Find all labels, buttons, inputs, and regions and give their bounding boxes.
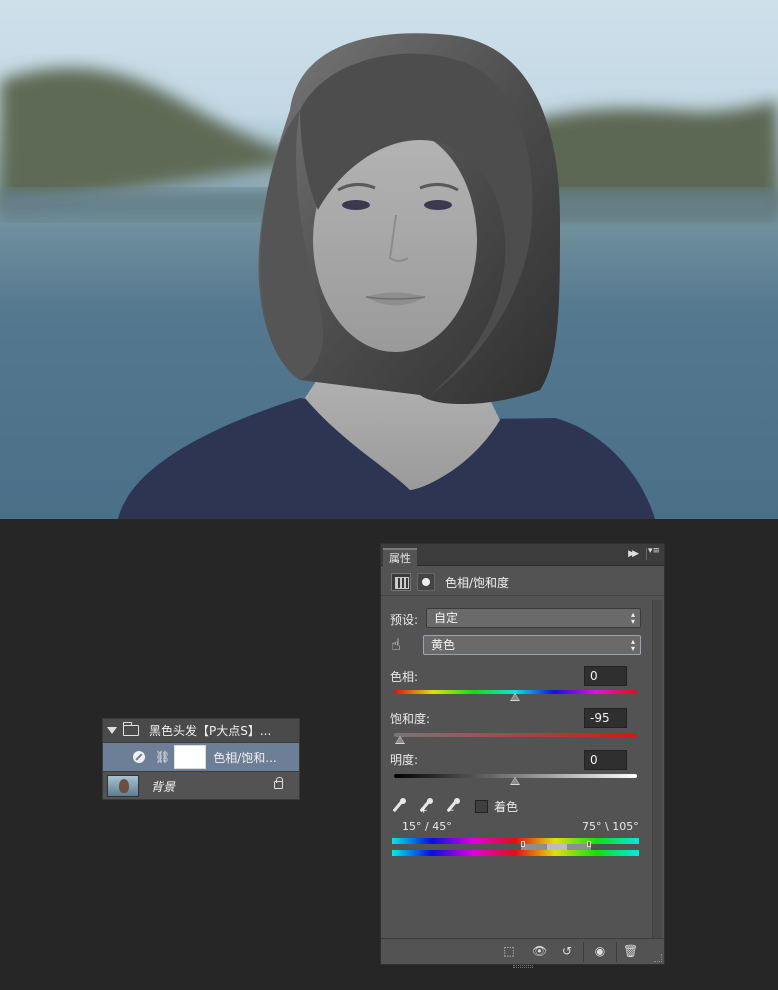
saturation-slider-thumb[interactable] — [395, 736, 405, 744]
preset-label: 预设: — [390, 613, 419, 627]
channel-value: 黄色 — [431, 638, 456, 652]
properties-footer: ⬚ 👁 ↺ ◉ 🗑 — [381, 938, 664, 964]
collapse-arrows-icon[interactable]: ▶▶ — [628, 549, 639, 559]
properties-panel: 属性 ▶▶ 色相/饱和度 预设: 自定 ▴▾ ☝ 黄色 ▴▾ 色相: 0 饱和度… — [380, 543, 665, 968]
trash-icon[interactable]: 🗑 — [623, 945, 638, 958]
saturation-row: 饱和度: -95 — [381, 707, 651, 747]
footer-divider — [616, 942, 617, 962]
view-previous-state-icon[interactable]: 👁 — [532, 945, 547, 958]
eyedropper-icon[interactable] — [390, 797, 406, 815]
resize-grip-icon[interactable] — [654, 954, 662, 962]
panel-drag-grip[interactable] — [513, 965, 533, 968]
range-right-label: 75° \ 105° — [582, 820, 639, 833]
layers-panel: 黑色头发【P大点S】... ⛓ 色相/饱和... 背景 — [102, 718, 300, 800]
hue-input[interactable]: 0 — [584, 666, 627, 686]
panel-scrollbar[interactable] — [652, 600, 662, 938]
portrait-image — [0, 33, 778, 519]
select-arrows-icon: ▴ ▾ — [630, 637, 635, 653]
folder-icon — [123, 722, 139, 736]
range-handle-left[interactable] — [521, 841, 525, 847]
lightness-row: 明度: 0 — [381, 750, 651, 790]
adjustment-layer-row[interactable]: ⛓ 色相/饱和... — [103, 743, 299, 772]
mask-icon[interactable] — [417, 573, 435, 591]
saturation-input[interactable]: -95 — [584, 708, 627, 728]
background-layer-row[interactable]: 背景 — [103, 772, 299, 800]
visibility-eye-icon[interactable]: ◉ — [593, 945, 607, 958]
lightness-slider-thumb[interactable] — [510, 777, 520, 785]
hue-slider-thumb[interactable] — [510, 693, 520, 701]
channel-select[interactable]: 黄色 ▴ ▾ — [423, 635, 641, 655]
hue-label: 色相: — [390, 670, 419, 684]
adjustment-layer-icon — [133, 751, 145, 763]
background-layer-name: 背景 — [151, 779, 176, 794]
layer-mask-thumbnail[interactable] — [174, 745, 207, 769]
range-handle-right[interactable] — [587, 841, 591, 847]
layer-group-row[interactable]: 黑色头发【P大点S】... — [103, 719, 299, 743]
preset-row: 预设: 自定 ▴ ▾ — [381, 608, 651, 630]
color-spectrum-bottom — [392, 850, 639, 856]
properties-header: 色相/饱和度 — [381, 566, 664, 596]
lightness-label: 明度: — [390, 753, 419, 767]
adjustment-layer-name: 色相/饱和... — [213, 750, 277, 765]
hue-row: 色相: 0 — [381, 665, 651, 705]
properties-tabbar: 属性 ▶▶ — [381, 544, 664, 566]
eyedropper-subtract-icon[interactable]: − — [444, 797, 460, 816]
eyedropper-add-icon[interactable]: + — [417, 797, 433, 816]
colorize-label: 着色 — [494, 800, 519, 814]
footer-divider — [583, 942, 584, 962]
clip-to-layer-icon[interactable]: ⬚ — [502, 945, 516, 958]
channel-row: ☝ 黄色 ▴ ▾ — [381, 635, 651, 657]
preset-value: 自定 — [434, 611, 459, 625]
lock-icon — [274, 777, 283, 789]
panel-menu-icon[interactable] — [646, 546, 660, 560]
select-arrows-icon: ▴ ▾ — [630, 610, 635, 626]
saturation-slider-track[interactable] — [394, 733, 637, 737]
colorize-checkbox[interactable] — [475, 800, 488, 813]
eyedropper-tools: + − 着色 — [390, 797, 519, 816]
tab-properties[interactable]: 属性 — [383, 548, 417, 566]
expand-caret-icon[interactable] — [107, 727, 117, 734]
properties-title: 色相/饱和度 — [445, 576, 510, 590]
preset-select[interactable]: 自定 ▴ ▾ — [426, 608, 641, 628]
layer-thumbnail — [107, 775, 139, 797]
targeted-adjustment-hand-icon[interactable]: ☝ — [391, 635, 401, 654]
saturation-label: 饱和度: — [390, 712, 431, 726]
reset-icon[interactable]: ↺ — [560, 945, 574, 958]
link-chain-icon[interactable]: ⛓ — [155, 750, 170, 764]
adjustment-icon[interactable] — [391, 573, 411, 591]
canvas-photo — [0, 0, 778, 519]
lightness-input[interactable]: 0 — [584, 750, 627, 770]
range-left-label: 15° / 45° — [402, 820, 452, 833]
group-layer-name: 黑色头发【P大点S】... — [149, 724, 272, 738]
